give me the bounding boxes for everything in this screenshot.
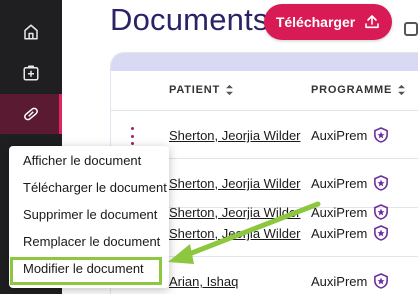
upload-button-label: Télécharger bbox=[275, 14, 356, 30]
patient-link[interactable]: Sherton, Jeorjia Wilder bbox=[169, 176, 301, 191]
shield-icon bbox=[374, 175, 389, 191]
patient-link[interactable]: Sherton, Jeorjia Wilder bbox=[169, 128, 301, 143]
upload-icon bbox=[365, 15, 379, 29]
table-top-band bbox=[111, 53, 418, 71]
sidebar-item-documents[interactable] bbox=[0, 94, 62, 134]
patient-link[interactable]: Sherton, Jeorjia Wilder bbox=[169, 226, 301, 241]
programme-cell: AuxiPrem bbox=[311, 175, 389, 191]
upload-button[interactable]: Télécharger bbox=[264, 4, 392, 40]
menu-item-delete[interactable]: Supprimer le document bbox=[23, 207, 157, 222]
menu-item-view[interactable]: Afficher le document bbox=[23, 153, 141, 168]
row-divider bbox=[110, 110, 418, 111]
column-header-patient[interactable]: PATIENT bbox=[169, 84, 234, 96]
programme-cell: AuxiPrem bbox=[311, 204, 389, 220]
menu-item-download[interactable]: Télécharger le document bbox=[23, 180, 167, 195]
programme-cell: AuxiPrem bbox=[311, 273, 389, 289]
shield-icon bbox=[374, 273, 389, 289]
pill-icon bbox=[24, 107, 38, 121]
window-control[interactable] bbox=[404, 22, 418, 36]
sidebar-item-home[interactable] bbox=[0, 12, 62, 52]
column-header-programme[interactable]: PROGRAMME bbox=[311, 84, 406, 96]
menu-item-replace[interactable]: Remplacer le document bbox=[23, 234, 160, 249]
shield-icon bbox=[374, 225, 389, 241]
programme-cell: AuxiPrem bbox=[311, 127, 389, 143]
patient-link[interactable]: Arian, Ishaq bbox=[169, 274, 238, 289]
programme-cell: AuxiPrem bbox=[311, 225, 389, 241]
highlight-box bbox=[10, 257, 162, 285]
patient-link[interactable]: Sherton, Jeorjia Wilder bbox=[169, 205, 301, 220]
sort-icon bbox=[398, 84, 406, 96]
home-icon bbox=[24, 24, 38, 40]
shield-icon bbox=[374, 204, 389, 220]
shield-icon bbox=[374, 127, 389, 143]
sort-icon bbox=[226, 84, 233, 96]
row-menu-button[interactable] bbox=[128, 127, 136, 145]
medical-folder-icon bbox=[23, 65, 39, 81]
page-title: Documents bbox=[110, 2, 269, 37]
sidebar-item-records[interactable] bbox=[0, 53, 62, 93]
